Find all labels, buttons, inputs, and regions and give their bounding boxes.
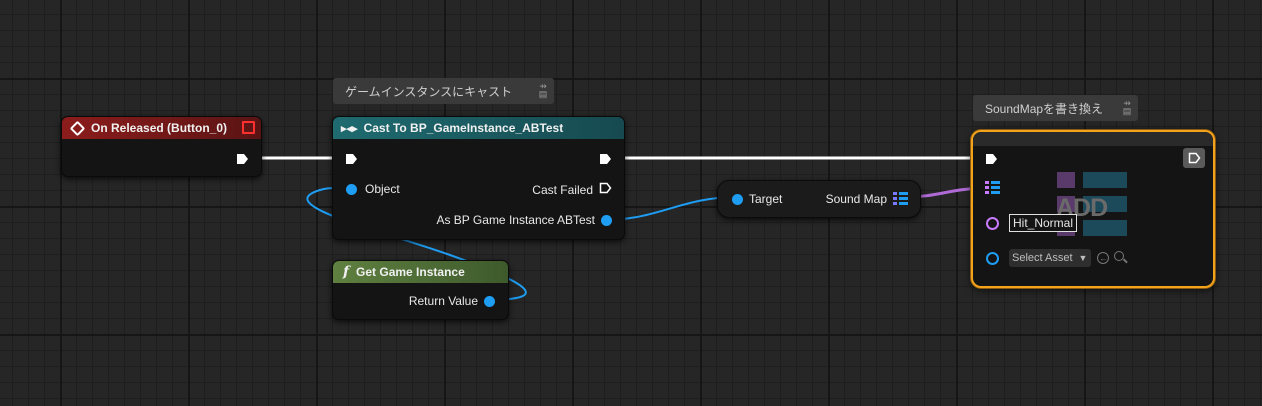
map-add-node[interactable]: ADD Hit_Normal Select Asset ▼ ←	[971, 130, 1215, 288]
select-asset-label: Select Asset	[1012, 252, 1073, 264]
get-game-instance-header[interactable]: f Get Game Instance	[333, 261, 508, 283]
target-input-row[interactable]: Target	[732, 192, 782, 206]
add-exec-out-pin[interactable]	[1183, 148, 1205, 168]
event-diamond-icon	[69, 120, 86, 136]
cast-object-input-row[interactable]: Object	[346, 182, 400, 196]
cast-output-label: As BP Game Instance ABTest	[436, 213, 595, 227]
sound-map-getter-node[interactable]: Target Sound Map	[717, 180, 921, 218]
cast-failed-exec-pin[interactable]	[599, 182, 612, 197]
key-input-pin[interactable]	[986, 216, 999, 230]
cast-exec-out-pin[interactable]	[599, 152, 612, 170]
add-exec-in-pin[interactable]	[985, 152, 998, 170]
add-node-header[interactable]	[973, 132, 1213, 146]
get-game-instance-node[interactable]: f Get Game Instance Return Value	[332, 260, 509, 320]
cast-failed-label: Cast Failed	[532, 182, 593, 197]
on-released-event-node[interactable]: On Released (Button_0)	[61, 116, 262, 177]
get-game-instance-title: Get Game Instance	[356, 265, 465, 279]
comment-pin-icon[interactable]: ⇸ ▤	[1122, 99, 1132, 116]
cast-failed-row[interactable]: Cast Failed	[532, 182, 612, 197]
return-value-pin[interactable]	[484, 295, 495, 307]
cast-node-header[interactable]: ▸◂▸ Cast To BP_GameInstance_ABTest	[333, 117, 624, 139]
event-node-title: On Released (Button_0)	[91, 121, 228, 135]
value-input-row[interactable]: Select Asset ▼ ←	[986, 249, 1129, 267]
add-comment-bubble[interactable]: SoundMapを書き換え ⇸ ▤	[973, 95, 1138, 121]
cast-comment-text: ゲームインスタンスにキャスト	[345, 84, 513, 99]
cast-exec-in-pin[interactable]	[345, 152, 358, 170]
return-value-row[interactable]: Return Value	[409, 294, 495, 308]
object-input-label: Object	[365, 182, 400, 196]
cast-output-row[interactable]: As BP Game Instance ABTest	[436, 213, 612, 227]
cast-output-pin[interactable]	[601, 214, 612, 226]
chevron-down-icon: ▼	[1078, 253, 1088, 263]
select-asset-dropdown[interactable]: Select Asset ▼	[1009, 249, 1092, 267]
object-input-pin[interactable]	[346, 183, 357, 195]
return-value-label: Return Value	[408, 294, 478, 308]
cast-arrow-icon: ▸◂▸	[341, 122, 358, 135]
map-input-pin-icon[interactable]	[985, 181, 1000, 195]
function-f-icon: f	[343, 264, 350, 280]
target-input-pin[interactable]	[732, 193, 743, 205]
cast-comment-bubble[interactable]: ゲームインスタンスにキャスト ⇸ ▤	[333, 78, 554, 104]
comment-pin-icon[interactable]: ⇸ ▤	[538, 82, 548, 99]
target-label: Target	[749, 192, 783, 206]
map-pin-icon[interactable]	[893, 192, 908, 206]
event-delegate-pin[interactable]	[242, 121, 255, 134]
key-input-field[interactable]: Hit_Normal	[1009, 214, 1078, 232]
add-comment-text: SoundMapを書き換え	[985, 101, 1104, 116]
use-selected-asset-icon[interactable]: ←	[1097, 252, 1110, 264]
sound-map-output-row[interactable]: Sound Map	[826, 192, 908, 206]
cast-node-title: Cast To BP_GameInstance_ABTest	[363, 121, 564, 135]
value-input-pin[interactable]	[986, 251, 999, 265]
cast-to-node[interactable]: ▸◂▸ Cast To BP_GameInstance_ABTest Objec…	[332, 116, 625, 240]
event-exec-out-pin[interactable]	[236, 152, 249, 170]
key-input-row[interactable]: Hit_Normal	[986, 214, 1078, 232]
sound-map-output-label: Sound Map	[825, 192, 887, 206]
event-node-header[interactable]: On Released (Button_0)	[62, 117, 261, 139]
browse-asset-search-icon[interactable]	[1114, 251, 1129, 265]
